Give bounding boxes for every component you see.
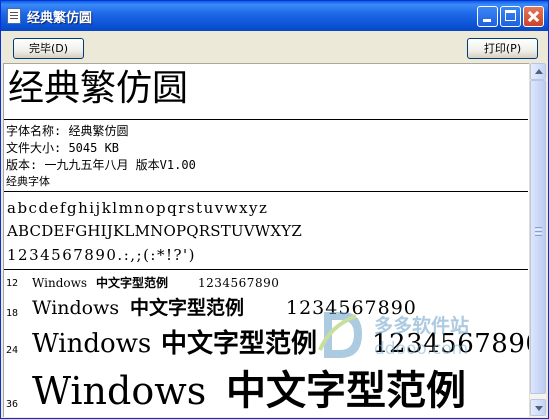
vertical-scrollbar[interactable] [529,63,546,417]
info-family: 经典字体 [6,175,50,188]
sample-size-label: 18 [6,308,19,319]
charset-uppercase: ABCDEFGHIJKLMNOPQRSTUVWXYZ [7,222,303,240]
divider [4,191,528,192]
divider [4,269,528,270]
print-button[interactable]: 打印(P) [467,38,538,59]
sample-size-label: 12 [6,278,19,289]
sample-cjk: 中文字型范例 [161,329,318,359]
document-icon [7,8,21,24]
sample-digits: 1234567890 [198,276,280,290]
minimize-icon [483,19,491,22]
sample-latin: Windows [32,297,120,319]
maximize-button[interactable] [500,6,521,27]
charset-lowercase: abcdefghijklmnopqrstuvwxyz [7,199,269,217]
info-file-size: 文件大小: 5045 KB [6,141,120,155]
divider [4,119,528,120]
sample-cjk: 中文字型范例 [96,276,169,290]
scroll-up-arrow[interactable] [530,63,546,80]
title-bar[interactable]: 经典繁仿圆 [1,1,548,31]
close-icon [524,7,543,26]
close-button[interactable] [523,6,544,27]
charset-digits: 1234567890.:,;(:*!?') [7,246,197,264]
toolbar: 完毕(D) 打印(P) [1,31,548,63]
window-title: 经典繁仿圆 [27,11,93,26]
sample-latin: Windows [32,369,207,413]
sample-cjk: 中文字型范例 [130,297,245,319]
sample-size-label: 36 [6,399,19,410]
done-button[interactable]: 完毕(D) [13,38,84,59]
info-font-name: 字体名称: 经典繁仿圆 [6,124,129,138]
maximize-icon [505,10,516,21]
scroll-down-arrow[interactable] [530,399,546,416]
font-preview-pane: 经典繁仿圆 字体名称: 经典繁仿圆 文件大小: 5045 KB 版本: 一九九五… [3,63,529,417]
sample-size-label: 24 [6,345,19,356]
font-viewer-window: 经典繁仿圆 完毕(D) 打印(P) 经典繁仿圆 字体名称: 经典繁仿圆 文件大小… [0,0,549,419]
watermark-swoosh-icon [318,314,357,351]
grip-icon [535,227,542,228]
sample-latin: Windows [32,276,88,290]
sample-digits: 1234567890 [286,297,417,319]
info-version: 版本: 一九九五年八月 版本V1.00 [6,158,196,172]
scroll-thumb[interactable] [530,80,546,394]
font-big-title: 经典繁仿圆 [8,68,189,109]
sample-digits: 1234567890 [372,329,529,359]
sample-latin: Windows [32,329,152,359]
sample-cjk: 中文字型范例 [226,368,466,414]
minimize-button[interactable] [477,6,498,27]
